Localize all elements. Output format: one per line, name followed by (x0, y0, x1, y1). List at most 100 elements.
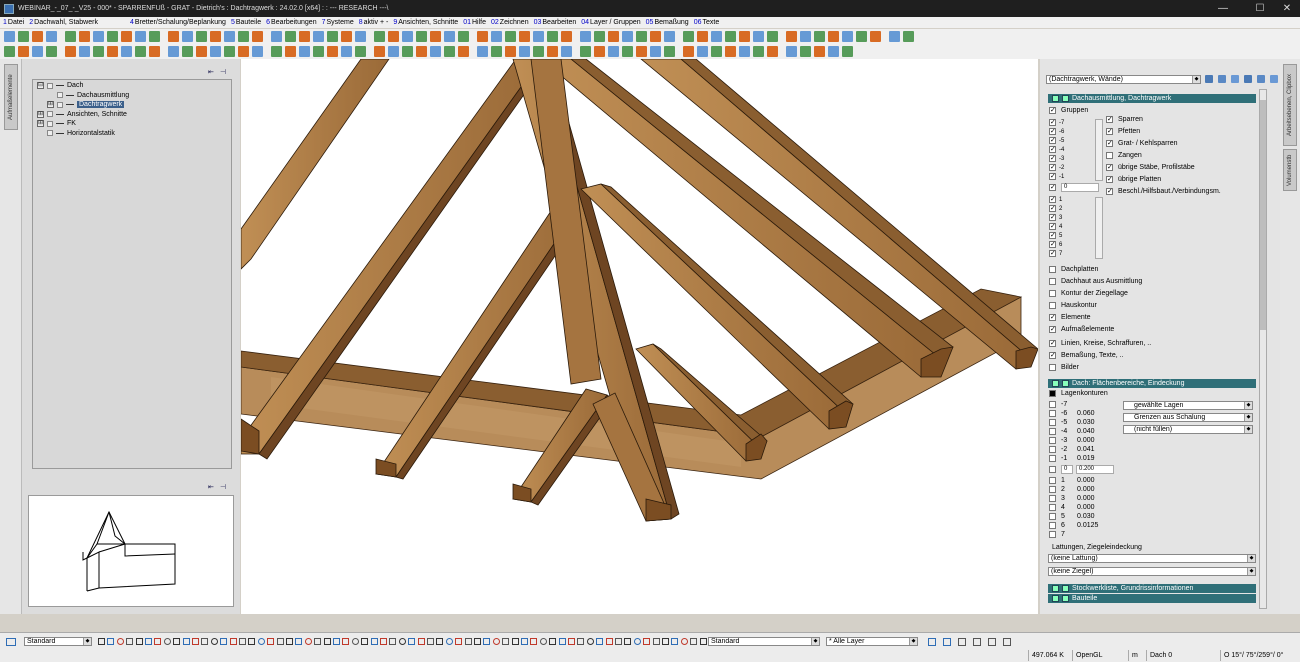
layer-value-row[interactable]: -4 0.040 (1049, 428, 1095, 435)
toolbar-icon[interactable] (519, 31, 530, 42)
draw-tool-icon[interactable] (192, 638, 199, 645)
toolbar-icon[interactable] (252, 46, 263, 57)
group-checkbox[interactable] (1049, 136, 1056, 144)
toolbar-icon[interactable] (93, 31, 104, 42)
tree-item-dachausmittlung[interactable]: Dachausmittlung (47, 92, 129, 99)
menu-item-9[interactable]: 02Zeichnen (491, 19, 529, 26)
group-row[interactable]: -5 (1049, 136, 1064, 145)
toolbar-icon[interactable] (355, 46, 366, 57)
option-checkbox[interactable] (1106, 127, 1113, 135)
draw-tool-icon[interactable] (690, 638, 698, 645)
aufmasselemente-tab[interactable]: Aufmaßelemente (4, 64, 18, 130)
draw-tool-icon[interactable] (351, 638, 359, 645)
arbeitsebenen-tab[interactable]: Arbeitsebenen, Clipbox (1283, 64, 1297, 146)
visibility-checkbox[interactable] (47, 82, 53, 89)
menu-item-10[interactable]: 03Bearbeiten (534, 19, 577, 26)
toolbar-icon[interactable] (622, 31, 633, 42)
preview-collapse-icon[interactable]: ⇤ (208, 483, 214, 491)
toolbar-icon[interactable] (107, 31, 118, 42)
toolbar-icon[interactable] (238, 31, 249, 42)
draw-tool-icon[interactable] (154, 638, 162, 645)
option-linien-kreise-schraffuren-[interactable]: Linien, Kreise, Schraffuren, .. (1049, 339, 1151, 347)
draw-tool-icon[interactable] (671, 638, 679, 645)
snap-tool-icon[interactable] (928, 638, 936, 646)
layer-checkbox[interactable] (1049, 495, 1056, 502)
option-checkbox[interactable] (1049, 266, 1056, 273)
toolbar-icon[interactable] (650, 31, 661, 42)
toolbar-icon[interactable] (753, 31, 764, 42)
group-checkbox[interactable] (1049, 231, 1056, 239)
menu-item-13[interactable]: 06Texte (694, 19, 720, 26)
option-kontur-der-ziegellage[interactable]: Kontur der Ziegellage (1049, 290, 1128, 297)
draw-tool-icon[interactable] (464, 638, 472, 645)
lattung-select[interactable]: (keine Lattung) ◆ (1048, 554, 1256, 563)
layer-option-select-0[interactable]: gewählte Lagen ◆ (1123, 401, 1253, 410)
expand-toggle-icon[interactable]: ⊞ (47, 101, 54, 108)
maximize-button[interactable]: ☐ (1245, 0, 1275, 17)
tree-item-dach[interactable]: ⊟ Dach (37, 82, 83, 89)
draw-tool-icon[interactable] (408, 638, 416, 645)
toolbar-icon[interactable] (65, 31, 76, 42)
group-scrollbar[interactable] (1095, 119, 1103, 181)
toolbar-icon[interactable] (135, 46, 146, 57)
menu-item-1[interactable]: 2Dachwahl, Stabwerk (29, 19, 98, 26)
toolbar-icon[interactable] (664, 46, 675, 57)
toolbar-icon[interactable] (4, 31, 15, 42)
layer-checkbox[interactable] (1049, 446, 1056, 453)
group-row[interactable]: -3 (1049, 154, 1064, 163)
draw-tool-icon[interactable] (662, 638, 669, 645)
tree-item-ansichten-schnitte[interactable]: ⊞ Ansichten, Schnitte (37, 110, 127, 118)
menu-item-5[interactable]: 7Systeme (322, 19, 354, 26)
toolbar-icon[interactable] (739, 46, 750, 57)
toolbar-icon[interactable] (683, 31, 694, 42)
3d-viewport[interactable] (241, 59, 1038, 614)
toolbar-icon[interactable] (739, 31, 750, 42)
layer-checkbox[interactable] (1049, 522, 1056, 529)
style-select[interactable]: Standard ◆ (708, 637, 820, 646)
toolbar-icon[interactable] (491, 31, 502, 42)
draw-tool-icon[interactable] (483, 638, 491, 645)
toolbar-icon[interactable] (135, 31, 146, 42)
draw-tool-icon[interactable] (267, 638, 275, 645)
menu-item-2[interactable]: 4Bretter/Schalung/Beplankung (130, 19, 226, 26)
toolbar-icon[interactable] (32, 31, 43, 42)
draw-tool-icon[interactable] (605, 638, 613, 645)
toolbar-icon[interactable] (683, 46, 694, 57)
scrollbar-thumb[interactable] (1260, 100, 1266, 330)
group-zero-checkbox[interactable] (1049, 183, 1056, 191)
toolbar-icon[interactable] (4, 46, 15, 57)
draw-tool-icon[interactable] (436, 638, 444, 645)
toolbar-icon[interactable] (182, 31, 193, 42)
draw-tool-icon[interactable] (380, 638, 387, 645)
snap-tool-icon[interactable] (958, 638, 966, 646)
expand-toggle-icon[interactable]: ⊞ (37, 110, 44, 118)
draw-tool-icon[interactable] (511, 638, 519, 645)
draw-tool-icon[interactable] (652, 638, 660, 645)
toolbar-icon[interactable] (327, 31, 338, 42)
option--brige-st-be-profilst-be[interactable]: übrige Stäbe, Profilstäbe (1106, 163, 1195, 171)
option-dachhaut-aus-ausmittlung[interactable]: Dachhaut aus Ausmittlung (1049, 278, 1142, 285)
toolbar-icon[interactable] (18, 31, 29, 42)
option-checkbox[interactable] (1106, 175, 1113, 183)
group-checkbox[interactable] (1049, 222, 1056, 230)
toolbar-icon[interactable] (210, 46, 221, 57)
close-button[interactable]: ✕ (1272, 0, 1300, 17)
toolbar-icon[interactable] (444, 46, 455, 57)
toolbar-icon[interactable] (889, 31, 900, 42)
layer-value-row[interactable]: -3 0.000 (1049, 437, 1095, 444)
option-grat-kehlsparren[interactable]: Grat- / Kehlsparren (1106, 139, 1178, 147)
toolbar-icon[interactable] (65, 46, 76, 57)
group-row[interactable]: 6 (1049, 240, 1062, 249)
group-checkbox[interactable] (1049, 204, 1056, 212)
draw-tool-icon[interactable] (643, 638, 651, 645)
group-checkbox[interactable] (1049, 213, 1056, 221)
draw-tool-icon[interactable] (333, 638, 340, 645)
draw-tool-icon[interactable] (314, 638, 322, 645)
toolbar-icon[interactable] (753, 46, 764, 57)
toolbar-icon[interactable] (608, 31, 619, 42)
expand-toggle-icon[interactable]: ⊟ (37, 82, 44, 89)
pencil-icon[interactable] (6, 638, 16, 646)
draw-tool-icon[interactable] (370, 638, 378, 645)
toolbar-icon[interactable] (697, 46, 708, 57)
toolbar-icon[interactable] (430, 46, 441, 57)
